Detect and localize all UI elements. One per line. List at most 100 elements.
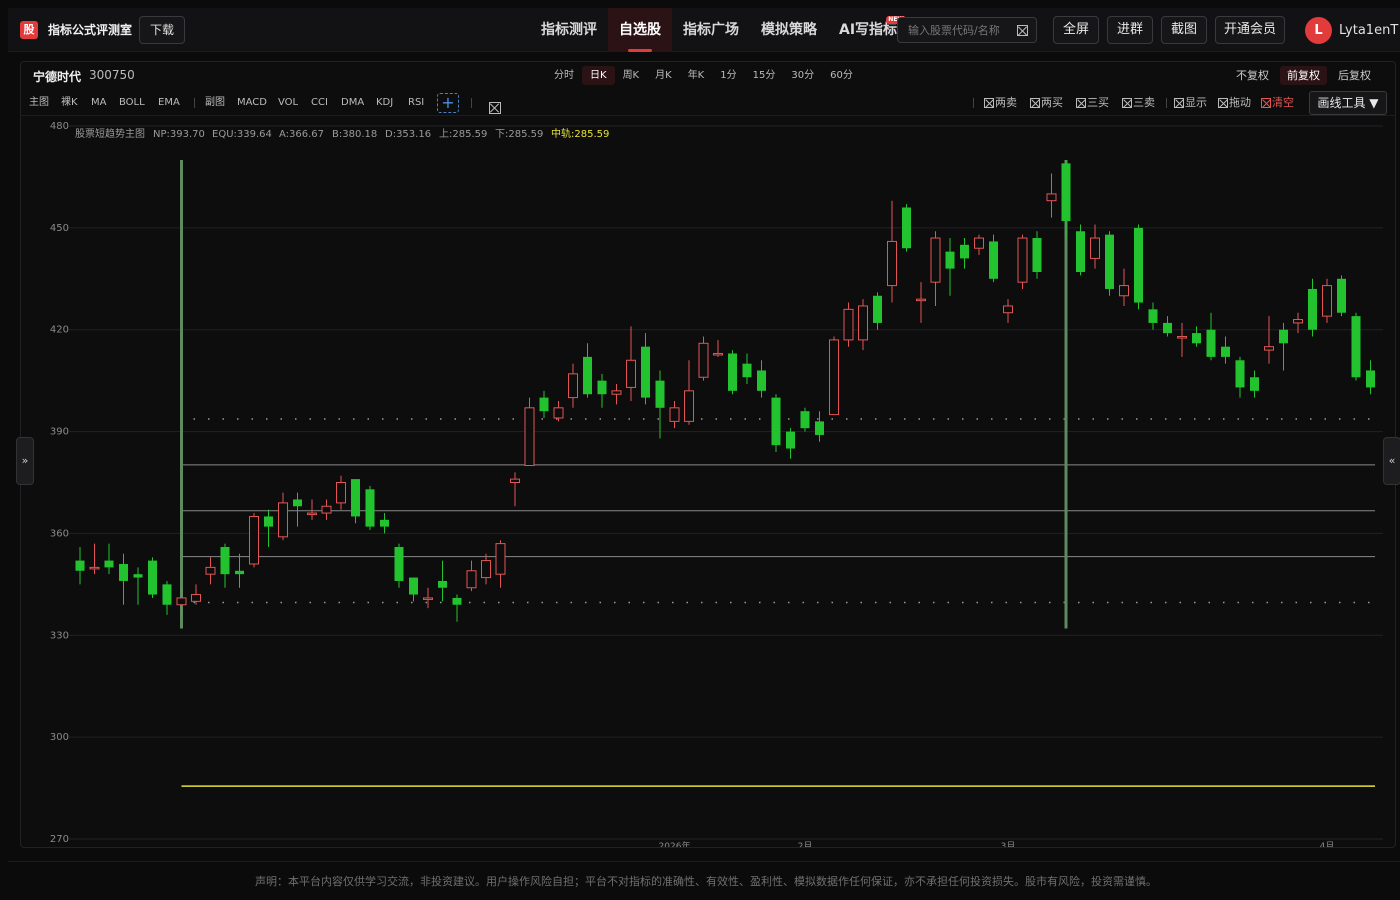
candle-body-down	[365, 489, 375, 527]
sub-indicator[interactable]: KDJ	[376, 97, 393, 109]
sub-indicator[interactable]: DMA	[341, 97, 364, 109]
period-tab[interactable]: 60分	[822, 66, 861, 85]
candle-body-down	[1308, 288, 1317, 330]
candle-body-up	[524, 407, 535, 467]
main-indicator[interactable]: EMA	[158, 97, 180, 109]
candle-body-down	[452, 597, 462, 605]
tool-three-sell[interactable]: 三卖	[1122, 96, 1155, 110]
adjust-tabs: 不复权 前复权 后复权	[1229, 66, 1378, 85]
candle-body-down	[293, 499, 302, 507]
adjust-tab[interactable]: 不复权	[1229, 66, 1276, 85]
sub-indicator[interactable]: RSI	[408, 97, 424, 109]
candle-body-down	[583, 356, 592, 395]
candle-body-up	[887, 240, 897, 287]
y-tick-label: 390	[50, 427, 69, 438]
adjust-tab[interactable]: 前复权	[1280, 66, 1327, 85]
candlestick-chart[interactable]: 480 450 420 390 360 330 300 270 2026年 2月 3月 4月	[21, 116, 1396, 848]
nav-label: 指标广场	[683, 22, 739, 38]
join-group-button[interactable]: 进群	[1107, 16, 1153, 44]
period-tab[interactable]: 日K	[582, 66, 615, 85]
divider	[194, 98, 195, 108]
main-indicator[interactable]: MA	[91, 97, 106, 109]
candle-body-up	[553, 407, 564, 419]
checkbox-icon	[1122, 98, 1132, 108]
period-tab[interactable]: 分时	[546, 66, 582, 85]
divider	[973, 98, 974, 108]
disclaimer: 声明：本平台内容仅供学习交流，非投资建议。用户操作风险自担；平台不对指标的准确性…	[255, 875, 1157, 888]
candle-body-up	[916, 298, 926, 302]
y-tick-label: 360	[50, 528, 69, 539]
candle-body-down	[989, 241, 998, 279]
candle-body-up	[626, 359, 636, 388]
candle-body-down	[902, 207, 911, 249]
candle-body-down	[1250, 377, 1259, 391]
expand-right-button[interactable]: «	[1383, 437, 1400, 485]
username[interactable]: Lyta1enT	[1339, 21, 1398, 41]
clear-search-icon[interactable]	[1017, 25, 1028, 36]
candle-body-down	[1221, 346, 1230, 357]
draw-tool-dropdown[interactable]: 画线工具 ▼	[1309, 91, 1387, 115]
legend-up: 上:285.59	[439, 129, 488, 140]
fullscreen-button[interactable]: 全屏	[1053, 16, 1099, 44]
sub-chart-label: 副图	[205, 97, 225, 108]
vip-button[interactable]: 开通会员	[1215, 16, 1285, 44]
candle-body-down	[1148, 309, 1158, 323]
close-indicator-icon[interactable]	[489, 97, 501, 116]
download-button[interactable]: 下载	[139, 16, 185, 44]
candle-body-up	[191, 594, 201, 602]
candle-body-down	[351, 479, 360, 517]
period-tab[interactable]: 1分	[712, 66, 744, 85]
candle-body-up	[510, 478, 520, 484]
candle-body-up	[858, 305, 868, 341]
tool-label: 三买	[1087, 96, 1109, 109]
candle-body-down	[394, 547, 404, 581]
sub-indicator[interactable]: CCI	[311, 97, 328, 109]
candle-body-up	[568, 373, 578, 399]
search-input[interactable]	[898, 18, 1008, 42]
sub-indicator[interactable]: VOL	[278, 97, 298, 109]
candle-body-down	[655, 380, 665, 408]
app-logo-icon[interactable]: 股	[20, 21, 38, 39]
main-nav: 指标测评 自选股 指标广场 模拟策略 AI写指标 NEW	[530, 8, 908, 52]
adjust-tab[interactable]: 后复权	[1331, 66, 1378, 85]
tool-two-sell[interactable]: 两卖	[984, 96, 1017, 110]
candle-body-down	[264, 516, 273, 527]
tool-two-buy[interactable]: 两买	[1030, 96, 1063, 110]
tool-label: 三卖	[1133, 96, 1155, 109]
nav-indicator-review[interactable]: 指标测评	[530, 8, 608, 52]
sub-indicator[interactable]: MACD	[237, 97, 267, 109]
expand-left-button[interactable]: »	[16, 437, 34, 485]
top-bar: 股 指标公式评测室 下载 指标测评 自选股 指标广场 模拟策略 AI写指标 NE…	[8, 8, 1400, 52]
candle-body-down	[597, 380, 607, 395]
checkbox-icon	[984, 98, 994, 108]
nav-indicator-plaza[interactable]: 指标广场	[672, 8, 750, 52]
candle-body-down	[1134, 227, 1143, 303]
tool-label: 两卖	[995, 96, 1017, 109]
candle-body-down	[119, 563, 128, 581]
candle-body-up	[684, 390, 694, 422]
nav-watchlist[interactable]: 自选股	[608, 8, 672, 52]
screenshot-button[interactable]: 截图	[1161, 16, 1207, 44]
period-tab[interactable]: 30分	[783, 66, 822, 85]
period-tab[interactable]: 年K	[680, 66, 713, 85]
candle-body-down	[1032, 238, 1042, 272]
avatar[interactable]: L	[1305, 17, 1332, 44]
add-indicator-button[interactable]: +	[437, 93, 459, 113]
tool-clear[interactable]: 清空	[1261, 96, 1294, 110]
tool-drag[interactable]: 拖动	[1218, 96, 1251, 110]
candle-body-down	[539, 397, 549, 412]
tool-show[interactable]: 显示	[1174, 96, 1207, 110]
period-tab[interactable]: 15分	[745, 66, 784, 85]
app-title[interactable]: 指标公式评测室	[48, 21, 132, 39]
tool-three-buy[interactable]: 三买	[1076, 96, 1109, 110]
main-indicator[interactable]: 裸K	[61, 97, 78, 109]
nav-label: 指标测评	[541, 22, 597, 38]
period-tab[interactable]: 月K	[647, 66, 680, 85]
main-indicator[interactable]: BOLL	[119, 97, 145, 109]
candle-body-down	[1235, 360, 1245, 388]
candle-body-up	[1119, 285, 1129, 297]
candle-body-down	[1076, 231, 1085, 272]
period-tab[interactable]: 周K	[615, 66, 648, 85]
nav-sim-strategy[interactable]: 模拟策略	[750, 8, 828, 52]
tool-label: 两买	[1041, 96, 1063, 109]
